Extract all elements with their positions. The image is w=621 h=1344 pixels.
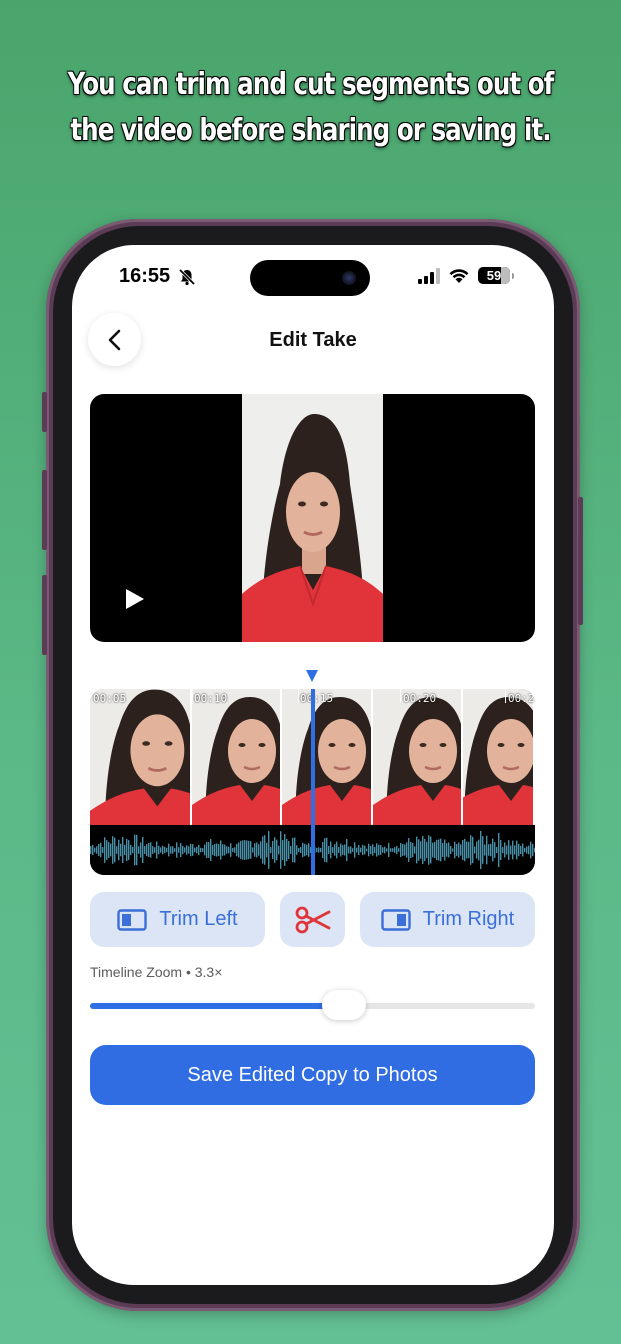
dynamic-island [250, 260, 370, 296]
trim-right-icon [381, 908, 411, 931]
video-preview[interactable] [90, 394, 535, 642]
side-button [578, 497, 583, 625]
filmstrip-frame [282, 689, 373, 825]
promo-headline-line-2: the video before sharing or saving it. [70, 113, 551, 148]
battery-level: 59 [486, 268, 502, 283]
zoom-value: 3.3× [194, 964, 223, 980]
cellular-signal-icon [418, 267, 440, 284]
action-button [42, 392, 47, 432]
volume-up-button [42, 470, 47, 550]
trim-left-button[interactable]: Trim Left [90, 892, 265, 947]
triangle-down-icon[interactable] [305, 669, 319, 683]
video-frame-image [242, 394, 383, 642]
slider-thumb[interactable] [321, 990, 366, 1020]
save-to-photos-button[interactable]: Save Edited Copy to Photos [90, 1045, 535, 1105]
timeline-tick [192, 689, 193, 703]
status-indicators: 59 [418, 267, 514, 284]
timeline-tick-label: 00:15 [300, 692, 334, 705]
timeline-zoom-slider[interactable] [90, 990, 535, 1020]
trim-left-icon [117, 908, 148, 931]
timeline-tick-label: 00:05 [93, 692, 127, 705]
timeline-tick [298, 689, 299, 703]
page-title: Edit Take [269, 329, 357, 351]
volume-down-button [42, 575, 47, 655]
edit-actions: Trim Left Trim Right [90, 892, 535, 947]
promo-headline-line-1: You can trim and cut segments out of [67, 67, 555, 102]
timeline-scrubber[interactable]: 00:05 00:10 00:15 00:20 00:2 [90, 689, 535, 875]
zoom-label-text: Timeline Zoom [90, 964, 183, 980]
trim-right-button[interactable]: Trim Right [360, 892, 535, 947]
app-screen: 16:55 59 Edit Take 00:05 00:10 00:15 00:… [72, 245, 554, 1285]
timeline-tick-label: 00:20 [403, 692, 437, 705]
filmstrip-frame [191, 689, 283, 825]
trim-right-label: Trim Right [422, 908, 515, 930]
scissors-icon [295, 906, 330, 933]
cut-button[interactable] [280, 892, 345, 947]
bell-slash-icon [178, 268, 196, 286]
playhead-line[interactable] [311, 689, 315, 875]
timeline-tick [505, 689, 506, 703]
wifi-icon [449, 268, 469, 283]
zoom-separator: • [185, 964, 191, 980]
filmstrip-frame [90, 689, 192, 825]
trim-left-label: Trim Left [159, 908, 238, 930]
promo-headline: You can trim and cut segments out of the… [0, 62, 621, 154]
timeline-tick-label: 00:10 [194, 692, 228, 705]
timeline-tick-label: 00:2 [508, 692, 535, 705]
timeline-zoom-label: Timeline Zoom • 3.3× [90, 964, 222, 980]
battery-cap [512, 272, 514, 279]
battery-indicator: 59 [478, 267, 510, 284]
status-time: 16:55 [119, 265, 171, 287]
timeline-tick [400, 689, 401, 703]
play-icon[interactable] [124, 587, 146, 611]
filmstrip-frame [463, 689, 535, 825]
front-camera [342, 271, 356, 285]
slider-fill [90, 1003, 344, 1009]
filmstrip-frame [372, 689, 464, 825]
